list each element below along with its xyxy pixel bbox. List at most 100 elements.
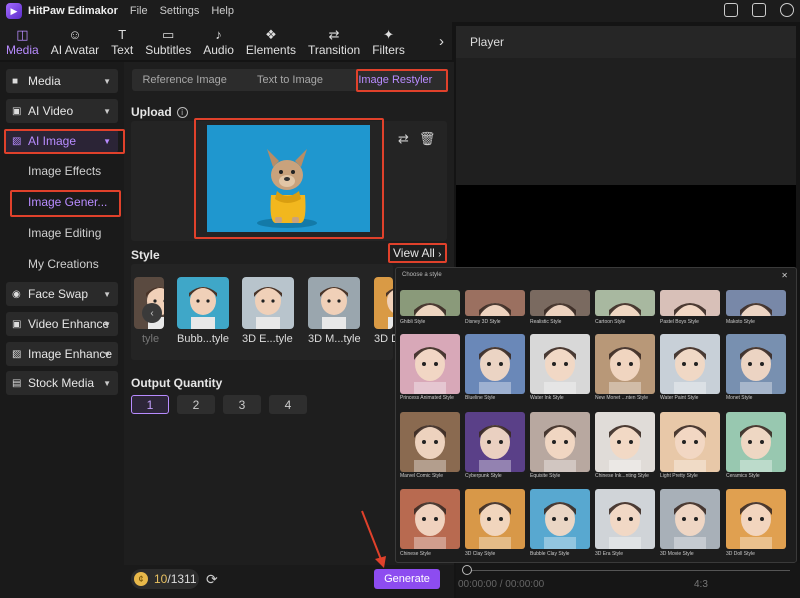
style-option[interactable] [465,290,525,316]
quantity-option-1[interactable]: 1 [131,395,169,414]
quantity-option-3[interactable]: 3 [223,395,261,414]
style-option[interactable] [530,489,590,549]
toolbar-text[interactable]: T Text [111,28,133,58]
chevron-down-icon: ▼ [103,76,111,86]
style-option[interactable] [726,334,786,394]
info-icon[interactable]: i [176,107,188,119]
style-option-label: Cartoon Style [595,319,626,325]
style-option[interactable] [465,489,525,549]
style-thumbnail[interactable] [308,277,360,329]
style-thumbnail[interactable] [242,277,294,329]
style-option[interactable] [400,290,460,316]
toolbar-elements[interactable]: ❖ Elements [246,28,296,58]
style-option-label: 3D Doll Style [726,551,755,557]
style-option[interactable] [726,489,786,549]
style-option[interactable] [595,290,655,316]
style-thumbnail-label: tyle [142,333,160,345]
chevron-down-icon: ▼ [103,136,111,146]
generate-button[interactable]: Generate [374,569,440,589]
style-option[interactable] [595,334,655,394]
style-option-label: Pastel Boys Style [660,319,699,325]
style-thumbnail[interactable] [177,277,229,329]
style-option[interactable] [400,334,460,394]
tab-reference-image[interactable]: Reference Image [132,69,237,91]
quantity-option-4[interactable]: 4 [269,395,307,414]
view-all-link[interactable]: View All › [393,246,442,260]
app-window: ▶ HitPaw Edimakor File Settings Help ◫ Me… [0,0,800,598]
style-option[interactable] [595,489,655,549]
sidebar-item-ai-video[interactable]: ▣ AI Video ▼ [6,99,118,123]
stock-icon: ▤ [12,377,22,389]
style-thumbnail-label: 3D M...tyle [308,333,361,345]
style-thumbnail[interactable] [374,277,393,329]
sidebar-item-image-enhance[interactable]: ▨ Image Enhance ▼ [6,342,118,366]
layout-icon[interactable] [724,3,738,17]
download-icon[interactable] [780,3,794,17]
chevron-right-icon[interactable]: › [439,33,444,50]
video-enhance-icon: ▣ [12,318,22,330]
sidebar-item-stock-media[interactable]: ▤ Stock Media ▼ [6,371,118,395]
style-option[interactable] [465,334,525,394]
style-option[interactable] [660,334,720,394]
avatar-icon: ☺ [68,27,82,42]
style-option-label: Chinese Style [400,551,431,557]
toolbar-ai-avatar[interactable]: ☺ AI Avatar [51,27,99,58]
seek-track[interactable] [472,570,790,571]
face-swap-icon: ◉ [12,288,21,300]
app-title: HitPaw Edimakor [28,5,118,17]
style-option[interactable] [595,412,655,472]
style-option[interactable] [726,290,786,316]
sidebar-item-video-enhance[interactable]: ▣ Video Enhance ▼ [6,312,118,336]
subtitles-icon: ▭ [162,27,175,42]
toolbar-subtitles[interactable]: ▭ Subtitles [145,27,191,58]
sidebar-sub-item[interactable]: Image Editing [28,226,101,240]
menu-help[interactable]: Help [211,5,234,17]
sidebar-sub-item[interactable]: My Creations [28,257,99,271]
style-option[interactable] [660,290,720,316]
style-option[interactable] [660,412,720,472]
style-option-label: Marvel Comic Style [400,473,444,479]
style-option[interactable] [660,489,720,549]
toolbar-audio[interactable]: ♪ Audio [203,28,234,58]
style-option-label: Cyberpunk Style [465,473,502,479]
aspect-ratio[interactable]: 4:3 [694,579,708,590]
tab-text-to-image[interactable]: Text to Image [237,69,342,91]
style-option[interactable] [530,290,590,316]
style-option[interactable] [726,412,786,472]
tab-image-restyler[interactable]: Image Restyler [343,69,448,91]
style-option-label: 3D Movie Style [660,551,694,557]
toolbar-filters[interactable]: ✦ Filters [372,28,405,58]
sidebar-item-ai-image[interactable]: ▨ AI Image ▼ [6,129,118,153]
player-top-area [456,58,796,185]
menu-file[interactable]: File [130,5,148,17]
sidebar-item-media[interactable]: ■ Media ▼ [6,69,118,93]
toolbar-label: Audio [203,43,234,57]
mode-tabs: Reference Image Text to Image Image Rest… [132,69,448,91]
style-option-label: Realistic Style [530,319,562,325]
chevron-down-icon: ▼ [103,378,111,388]
style-option[interactable] [465,412,525,472]
toolbar-transition[interactable]: ⇄ Transition [308,28,360,58]
chevron-down-icon: ▼ [103,319,111,329]
sidebar-item-face-swap[interactable]: ◉ Face Swap ▼ [6,282,118,306]
feedback-icon[interactable] [752,3,766,17]
style-option-label: Chinese Ink...nting Style [595,473,649,479]
close-icon[interactable]: ✕ [781,271,788,280]
menu-settings[interactable]: Settings [160,5,200,17]
sidebar-sub-item[interactable]: Image Gener... [28,195,107,209]
quantity-option-2[interactable]: 2 [177,395,215,414]
strip-prev-icon[interactable]: ‹ [142,303,162,323]
style-option[interactable] [530,412,590,472]
credits-used: 10 [154,572,168,586]
style-option[interactable] [400,489,460,549]
sidebar-sub-item[interactable]: Image Effects [28,164,101,178]
replace-icon[interactable]: ⇄ [398,131,409,147]
seek-handle[interactable] [462,565,472,575]
style-option-label: New Monet ...nten Style [595,395,649,401]
style-option-label: Water Paint Style [660,395,699,401]
style-option[interactable] [530,334,590,394]
style-option[interactable] [400,412,460,472]
refresh-icon[interactable]: ⟳ [206,571,218,588]
toolbar-media[interactable]: ◫ Media [6,28,39,58]
trash-icon[interactable]: 🗑 [419,131,436,147]
